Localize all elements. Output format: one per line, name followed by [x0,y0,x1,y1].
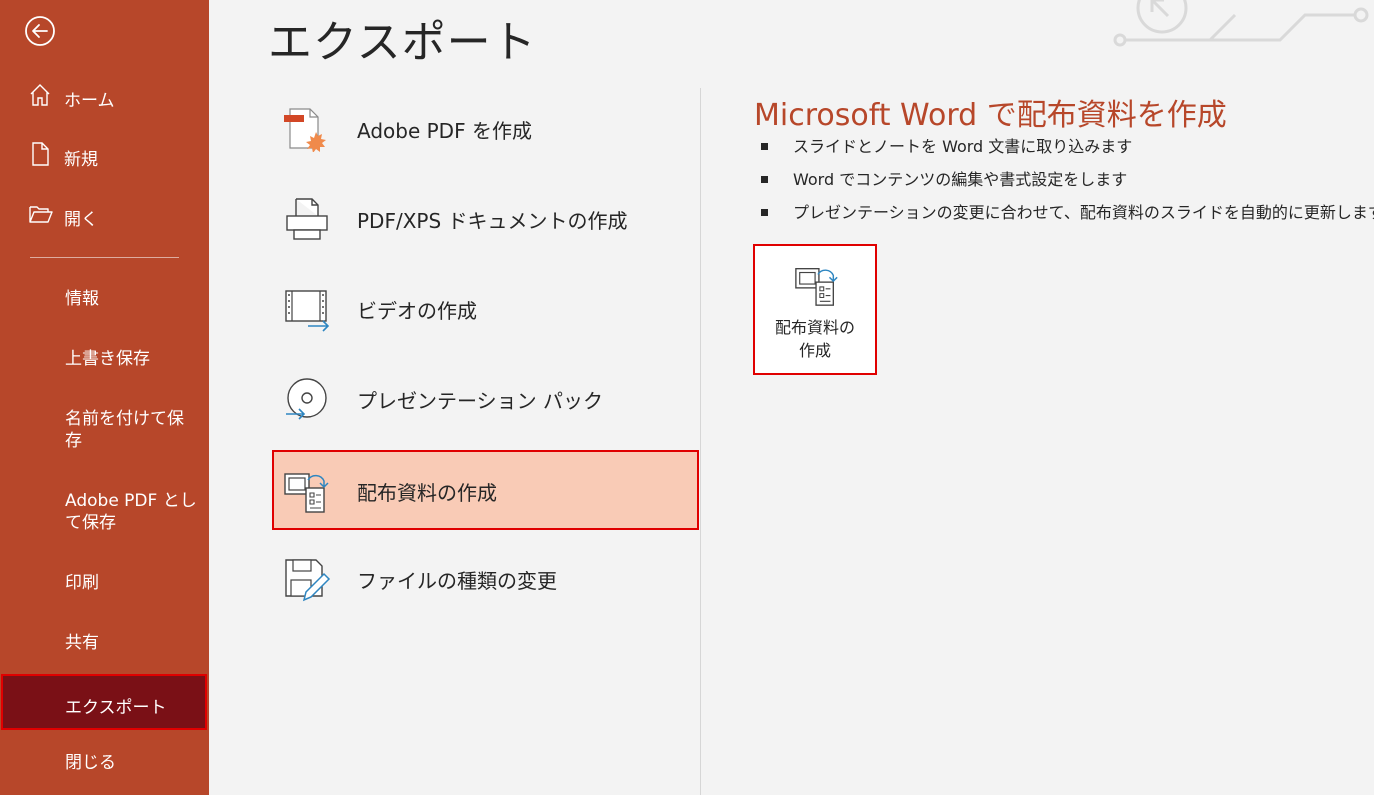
nav-export-label: エクスポート [65,698,167,718]
nav-home[interactable]: ホーム [0,82,209,112]
back-button[interactable] [24,15,56,47]
bullet-square-icon [761,176,768,183]
option-create-handouts[interactable]: 配布資料の作成 [272,450,699,530]
bullet-square-icon [761,209,768,216]
create-handouts-label: 配布資料の 作成 [774,318,855,360]
detail-title: Microsoft Word で配布資料を作成 [754,98,1227,133]
option-label: プレゼンテーション パック [357,389,603,413]
handouts-icon [795,268,838,306]
circuit-decoration-icon [1113,0,1369,47]
nav-print[interactable]: 印刷 [65,572,200,594]
nav-new-label: 新規 [64,150,98,170]
bullet-square-icon [761,143,768,150]
detail-bullets: スライドとノートを Word 文書に取り込みます Word でコンテンツの編集や… [760,137,1374,236]
nav-info[interactable]: 情報 [65,288,200,310]
new-document-icon [32,142,49,166]
nav-new[interactable]: 新規 [0,141,209,171]
handouts-icon [284,473,329,513]
home-icon [30,84,50,106]
video-icon [285,290,330,332]
adobe-pdf-icon [284,108,326,152]
pdf-xps-icon [286,198,328,240]
nav-open-label: 開く [64,210,98,230]
option-change-file-type[interactable]: ファイルの種類の変更 [272,538,699,618]
option-label: ファイルの種類の変更 [357,569,557,593]
nav-export[interactable]: エクスポート [1,674,207,730]
option-label: PDF/XPS ドキュメントの作成 [357,209,628,233]
back-arrow-icon [25,16,55,46]
package-cd-icon [286,378,327,420]
backstage-nav: ホーム 新規 開く 情報 上書き保存 名前を付けて保存 Adobe PDF とし… [0,0,209,795]
option-label: Adobe PDF を作成 [357,119,532,143]
bullet-item: スライドとノートを Word 文書に取り込みます [760,137,1374,170]
option-label: 配布資料の作成 [357,481,497,505]
option-label: ビデオの作成 [357,299,477,323]
nav-divider [30,257,179,258]
pane-divider [700,88,701,795]
bullet-item: Word でコンテンツの編集や書式設定をします [760,170,1374,203]
page-title: エクスポート [268,17,537,68]
nav-save-as[interactable]: 名前を付けて保存 [65,408,200,452]
option-package-presentation[interactable]: プレゼンテーション パック [272,358,699,438]
create-handouts-button[interactable]: 配布資料の 作成 [753,244,877,375]
nav-home-label: ホーム [64,91,115,111]
option-create-pdf-xps[interactable]: PDF/XPS ドキュメントの作成 [272,178,699,258]
option-create-video[interactable]: ビデオの作成 [272,268,699,348]
nav-save-as-adobe-pdf[interactable]: Adobe PDF として保存 [65,490,200,534]
change-file-type-icon [285,559,331,602]
option-create-adobe-pdf[interactable]: Adobe PDF を作成 [272,88,699,168]
nav-share[interactable]: 共有 [65,632,200,654]
nav-close[interactable]: 閉じる [65,752,200,774]
nav-open[interactable]: 開く [0,201,209,231]
nav-save[interactable]: 上書き保存 [65,348,200,370]
open-folder-icon [29,206,53,223]
bullet-item: プレゼンテーションの変更に合わせて、配布資料のスライドを自動的に更新します [760,203,1374,236]
